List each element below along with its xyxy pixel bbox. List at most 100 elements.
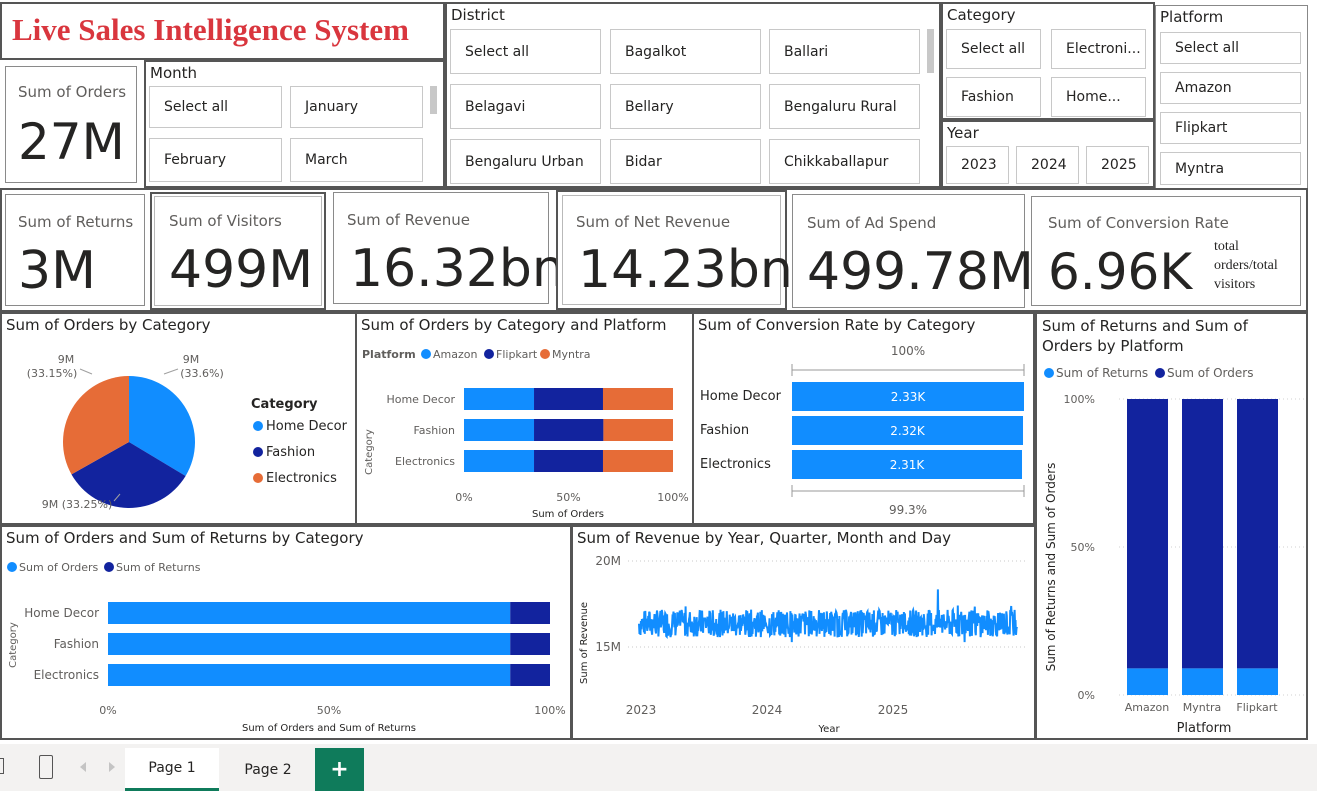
- category-option-fashion[interactable]: Fashion: [946, 77, 1041, 117]
- platform-bar-home-decor-myntra[interactable]: [602, 388, 673, 410]
- add-page-button[interactable]: +: [315, 748, 364, 791]
- kpi-orders-label: Sum of Orders: [18, 83, 127, 101]
- phone-icon[interactable]: [39, 755, 53, 779]
- chevron-left-icon[interactable]: [80, 762, 86, 772]
- or-xtick-0pct: 0%: [99, 704, 116, 717]
- revenue-xtick-2025: 2025: [878, 703, 909, 717]
- conversion-value-home-decor: 2.33K: [891, 390, 927, 404]
- kpi-returns-card: Sum of Returns 3M: [5, 194, 145, 306]
- tab-page-2[interactable]: Page 2: [222, 748, 314, 791]
- kpi-ad-spend-card: Sum of Ad Spend 499.78M: [792, 194, 1034, 308]
- platform-bar-home-decor-amazon[interactable]: [464, 388, 535, 410]
- rp-ylabel: Sum of Returns and Sum of Orders: [1044, 463, 1058, 672]
- or-legend-dot-returns: [104, 562, 114, 572]
- or-ylabel: Category: [8, 622, 19, 668]
- platform-bar-electronics-flipkart[interactable]: [534, 450, 603, 472]
- pie-legend-electronics[interactable]: Electronics: [266, 471, 337, 486]
- platform-legend-amazon[interactable]: Amazon: [433, 348, 477, 361]
- platform-bar-fashion-flipkart[interactable]: [534, 419, 604, 441]
- rp-bar-amazon-sum-of-returns[interactable]: [1127, 668, 1168, 695]
- or-bar-electronics-sum-of-returns[interactable]: [510, 664, 550, 686]
- kpi-conversion-value: 6.96K: [1048, 243, 1193, 301]
- district-option-belagavi[interactable]: Belagavi: [450, 84, 601, 129]
- kpi-visitors-value: 499M: [169, 240, 314, 300]
- kpi-orders-value: 27M: [18, 113, 125, 171]
- revenue-line-svg: 20M 15M Sum of Revenue 2023 2024 2025 Ye…: [579, 554, 1025, 735]
- desktop-icon[interactable]: [0, 758, 4, 774]
- month-option-january[interactable]: January: [290, 86, 423, 128]
- district-option-bellary[interactable]: Bellary: [610, 84, 761, 129]
- rp-bar-flipkart-sum-of-orders[interactable]: [1237, 399, 1278, 669]
- district-option-bengaluru-urban[interactable]: Bengaluru Urban: [450, 139, 601, 184]
- category-option-select-all[interactable]: Select all: [946, 29, 1041, 69]
- district-option-bidar[interactable]: Bidar: [610, 139, 761, 184]
- platform-bar-fashion-amazon[interactable]: [464, 419, 535, 441]
- rp-bar-myntra-sum-of-returns[interactable]: [1182, 668, 1223, 695]
- month-option-march[interactable]: March: [290, 138, 423, 182]
- year-option-2025[interactable]: 2025: [1086, 146, 1149, 184]
- year-slicer: Year 2023 2024 2025: [941, 120, 1155, 188]
- platform-bar-home-decor-flipkart[interactable]: [534, 388, 603, 410]
- platform-option-select-all[interactable]: Select all: [1160, 32, 1301, 64]
- pie-legend-title: Category: [251, 397, 318, 412]
- conversion-chart-title: Sum of Conversion Rate by Category: [698, 316, 976, 334]
- month-option-february[interactable]: February: [149, 138, 282, 182]
- platform-ytick-home-decor: Home Decor: [386, 393, 455, 406]
- district-option-bagalkot[interactable]: Bagalkot: [610, 29, 761, 74]
- platform-bar-fashion-myntra[interactable]: [603, 419, 673, 441]
- revenue-line-panel: Sum of Revenue by Year, Quarter, Month a…: [571, 525, 1036, 740]
- pie-label-home-decor-line2: (33.6%): [180, 367, 224, 380]
- pie-legend-fashion[interactable]: Fashion: [266, 445, 315, 460]
- or-bar-home-decor-sum-of-returns[interactable]: [510, 602, 550, 624]
- district-option-select-all[interactable]: Select all: [450, 29, 601, 74]
- chevron-right-icon[interactable]: [109, 762, 115, 772]
- or-xtick-100pct: 100%: [534, 704, 565, 717]
- tab-page-1-label: Page 1: [148, 760, 196, 776]
- or-legend-orders[interactable]: Sum of Orders: [19, 561, 99, 574]
- tab-page-2-label: Page 2: [244, 761, 292, 778]
- year-slicer-title: Year: [947, 124, 979, 142]
- district-option-bengaluru-rural[interactable]: Bengaluru Rural: [769, 84, 920, 129]
- category-option-home[interactable]: Home...: [1051, 77, 1146, 117]
- category-option-electronics[interactable]: Electroni...: [1051, 29, 1146, 69]
- tab-page-1[interactable]: Page 1: [125, 748, 219, 791]
- pie-label-home-decor: 9M (33.6%): [180, 353, 224, 380]
- platform-legend-dot-myntra: [540, 349, 550, 359]
- year-option-2023[interactable]: 2023: [946, 146, 1009, 184]
- or-legend-returns[interactable]: Sum of Returns: [116, 561, 201, 574]
- platform-legend-myntra[interactable]: Myntra: [552, 348, 591, 361]
- district-slicer: District Select all Bagalkot Ballari Bel…: [445, 2, 941, 188]
- or-bar-fashion-sum-of-orders[interactable]: [108, 633, 511, 655]
- rp-legend-returns[interactable]: Sum of Returns: [1056, 366, 1148, 380]
- pie-chart-svg: 9M (33.6%) 9M (33.15%) 9M (33.25%) Categ…: [27, 353, 348, 511]
- or-bar-fashion-sum-of-returns[interactable]: [510, 633, 550, 655]
- platform-option-amazon[interactable]: Amazon: [1160, 72, 1301, 104]
- pie-label-electronics: 9M (33.15%): [27, 353, 78, 380]
- rp-bar-myntra-sum-of-orders[interactable]: [1182, 399, 1223, 669]
- platform-option-flipkart[interactable]: Flipkart: [1160, 112, 1301, 144]
- rp-xtick-amazon: Amazon: [1125, 701, 1169, 714]
- or-xlabel: Sum of Orders and Sum of Returns: [242, 723, 416, 734]
- rp-xtick-myntra: Myntra: [1183, 701, 1222, 714]
- rp-bar-amazon-sum-of-orders[interactable]: [1127, 399, 1168, 669]
- district-option-chikkaballapur[interactable]: Chikkaballapur: [769, 139, 920, 184]
- orders-returns-svg: Sum of Orders Sum of Returns Category Su…: [7, 561, 566, 734]
- or-bar-electronics-sum-of-orders[interactable]: [108, 664, 511, 686]
- conversion-top-label: 100%: [891, 344, 925, 358]
- or-bar-home-decor-sum-of-orders[interactable]: [108, 602, 511, 624]
- rp-bar-flipkart-sum-of-returns[interactable]: [1237, 668, 1278, 695]
- month-option-select-all[interactable]: Select all: [149, 86, 282, 128]
- platform-legend-flipkart[interactable]: Flipkart: [496, 348, 538, 361]
- rp-legend-orders[interactable]: Sum of Orders: [1167, 366, 1253, 380]
- pie-legend-home-decor[interactable]: Home Decor: [266, 419, 348, 434]
- platform-option-myntra[interactable]: Myntra: [1160, 152, 1301, 185]
- district-option-ballari[interactable]: Ballari: [769, 29, 920, 74]
- month-scrollbar[interactable]: [430, 86, 437, 114]
- kpi-visitors-card: Sum of Visitors 499M: [150, 192, 326, 310]
- district-scrollbar[interactable]: [927, 29, 934, 73]
- report-title: Live Sales Intelligence System: [12, 12, 409, 47]
- platform-bar-electronics-myntra[interactable]: [602, 450, 673, 472]
- year-option-2024[interactable]: 2024: [1016, 146, 1079, 184]
- platform-xtick-100pct: 100%: [657, 491, 688, 504]
- platform-bar-electronics-amazon[interactable]: [464, 450, 535, 472]
